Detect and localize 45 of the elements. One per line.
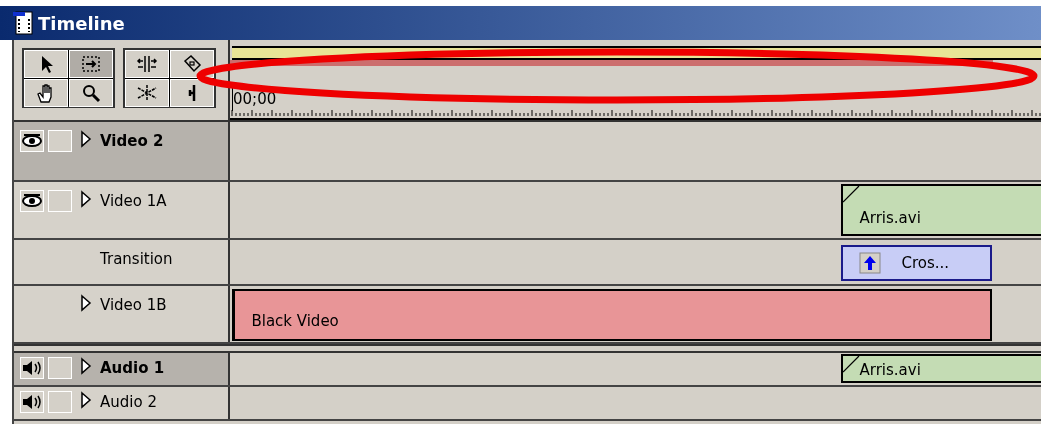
lock-toggle[interactable] bbox=[48, 357, 72, 379]
speaker-icon bbox=[21, 393, 43, 411]
tool-button[interactable] bbox=[170, 79, 214, 107]
lock-toggle[interactable] bbox=[48, 130, 72, 152]
tool-button[interactable] bbox=[24, 79, 68, 107]
tool-button[interactable] bbox=[125, 79, 169, 107]
matte-clip[interactable]: Black Video bbox=[232, 289, 993, 341]
tool-button[interactable] bbox=[69, 79, 113, 107]
search-icon bbox=[80, 82, 102, 104]
track-name: Video 2 bbox=[100, 131, 164, 152]
track-header[interactable]: Video 2 bbox=[14, 122, 230, 180]
window-title: Timeline bbox=[38, 11, 125, 36]
expand-triangle-icon[interactable] bbox=[80, 130, 92, 148]
visibility-toggle[interactable] bbox=[20, 357, 44, 379]
track-name: Audio 1 bbox=[100, 358, 165, 379]
visibility-toggle[interactable] bbox=[20, 190, 44, 212]
lock-toggle[interactable] bbox=[48, 391, 72, 413]
tag-icon bbox=[181, 53, 203, 75]
video-clip[interactable]: Arris.avi bbox=[841, 184, 1041, 236]
expand-triangle-icon[interactable] bbox=[80, 294, 92, 312]
track-name: Audio 2 bbox=[100, 392, 157, 413]
track-name: Transition bbox=[100, 249, 173, 270]
tool-button[interactable] bbox=[24, 50, 68, 78]
ripple-edit-icon bbox=[136, 53, 158, 75]
transition-clip[interactable]: Cros... bbox=[841, 245, 993, 281]
tool-button[interactable] bbox=[69, 50, 113, 78]
range-select-icon bbox=[80, 53, 102, 75]
visibility-toggle[interactable] bbox=[20, 391, 44, 413]
ruler-label: 00;00 bbox=[233, 90, 277, 108]
eye-icon bbox=[21, 132, 43, 150]
tool-button[interactable] bbox=[170, 50, 214, 78]
lock-toggle[interactable] bbox=[48, 190, 72, 212]
expand-triangle-icon[interactable] bbox=[80, 190, 92, 208]
visibility-toggle[interactable] bbox=[20, 130, 44, 152]
track-header[interactable]: Audio 1 bbox=[14, 353, 230, 385]
speaker-icon bbox=[21, 359, 43, 377]
video-clip[interactable]: Arris.avi bbox=[841, 354, 1041, 383]
track-name: Video 1A bbox=[100, 191, 167, 212]
document-icon bbox=[12, 10, 34, 36]
expand-triangle-icon[interactable] bbox=[80, 391, 92, 409]
tool-button[interactable] bbox=[125, 50, 169, 78]
expand-triangle-icon[interactable] bbox=[80, 357, 92, 375]
eye-icon bbox=[21, 192, 43, 210]
corner-mark-icon bbox=[843, 186, 862, 204]
track-name: Video 1B bbox=[100, 295, 167, 316]
